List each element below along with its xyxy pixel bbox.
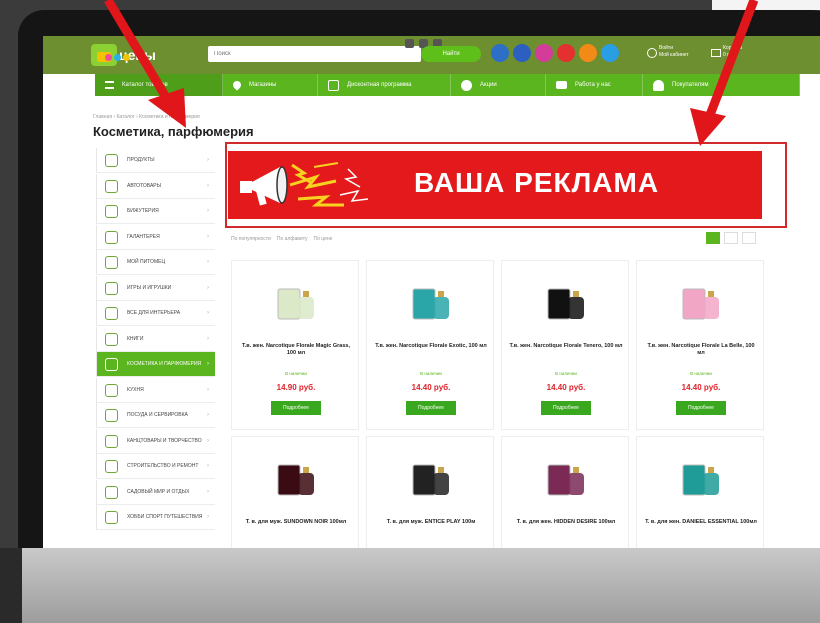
- arrow-right: [690, 0, 759, 146]
- annotation-arrows: [104, 0, 759, 146]
- video-frame: цены Найти Войти Мой каби: [0, 0, 820, 623]
- arrow-left: [104, 0, 186, 128]
